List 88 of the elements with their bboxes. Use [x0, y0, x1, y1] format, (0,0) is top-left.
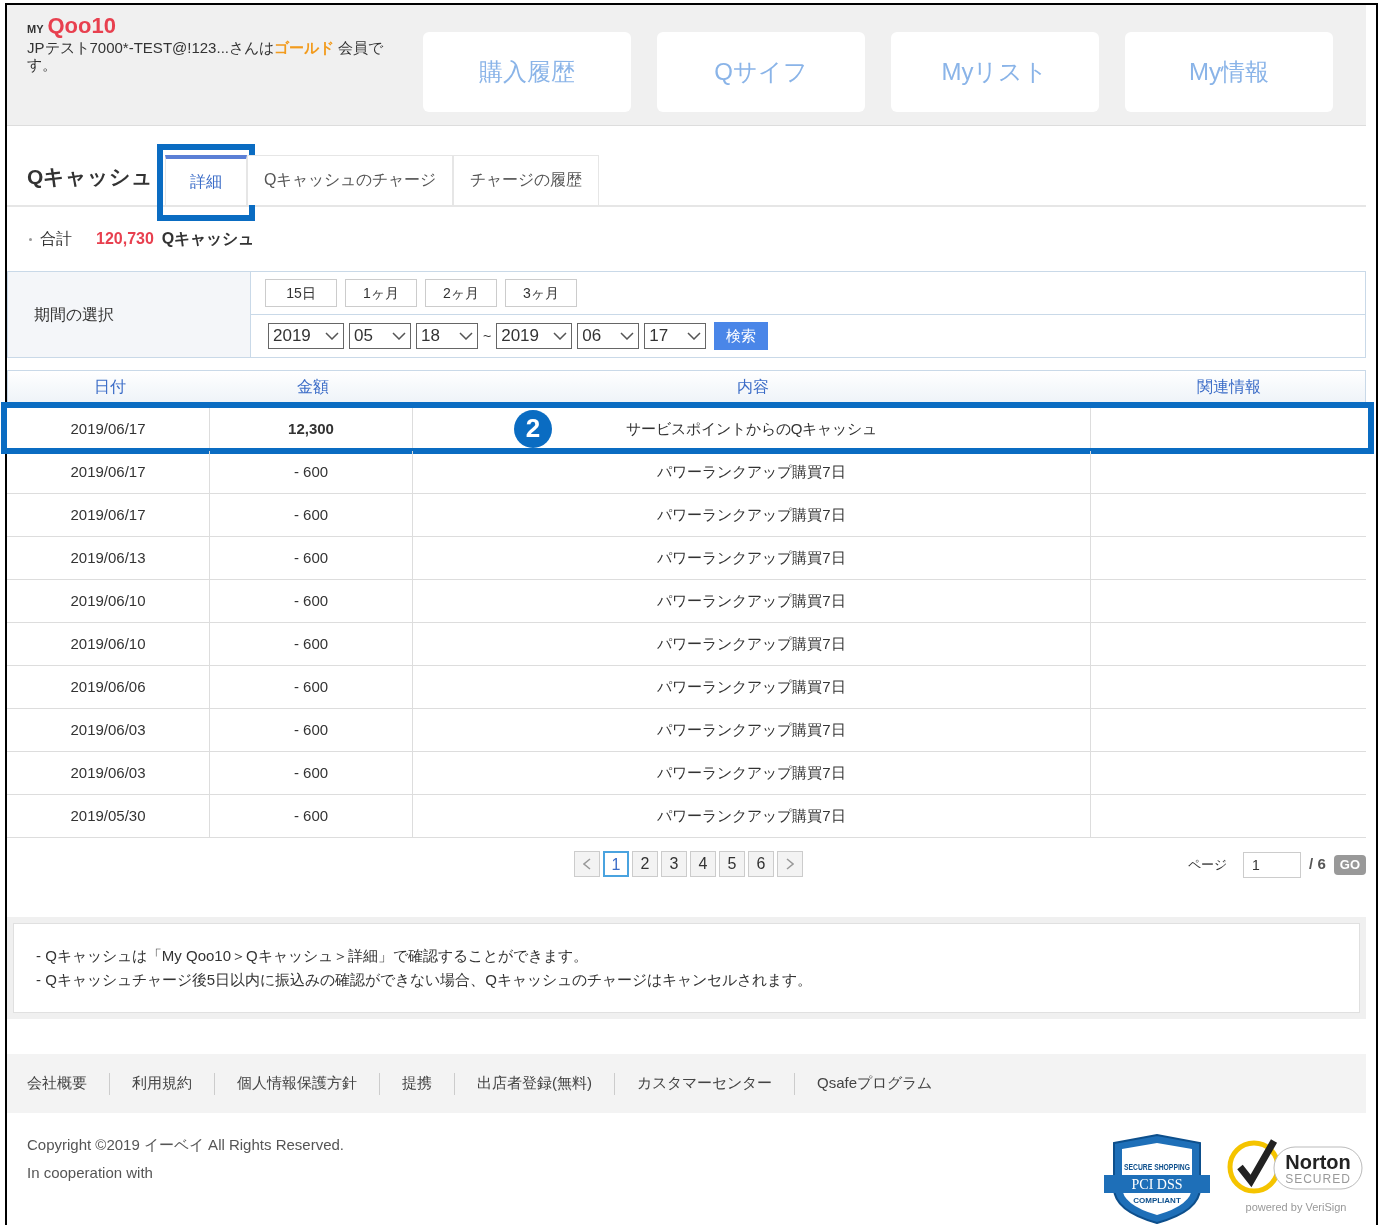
table-cell: 2019/06/17 [7, 493, 210, 536]
table-cell: - 600 [210, 794, 413, 837]
page-button[interactable]: 4 [690, 850, 716, 877]
norton-secured-badge: Norton SECURED powered by VeriSign [1226, 1133, 1366, 1219]
search-button[interactable]: 検索 [714, 322, 769, 351]
table-cell: パワーランクアップ購買7日 [413, 751, 1091, 794]
table-cell: パワーランクアップ購買7日 [413, 665, 1091, 708]
footer-link[interactable]: Qsafeプログラム [817, 1072, 933, 1095]
step-number-badge: 2 [514, 409, 552, 448]
footer-link[interactable]: 個人情報保護方針 [237, 1072, 357, 1095]
table-cell: - 600 [210, 579, 413, 622]
page-button[interactable]: 3 [661, 850, 687, 877]
period-button[interactable]: 3ヶ月 [505, 279, 577, 308]
tab[interactable]: チャージの履歴 [453, 154, 600, 205]
date-select[interactable]: 17 [644, 323, 707, 350]
tab[interactable]: 詳細 [165, 154, 247, 205]
date-select[interactable]: 05 [349, 323, 411, 350]
column-header: 内容 [736, 377, 770, 396]
total-label: 合計 [40, 229, 72, 250]
chevron-down-icon [325, 332, 339, 341]
table-cell: 2019/06/13 [7, 536, 210, 579]
total-unit: Qキャッシュ [161, 229, 255, 250]
note-text: - Qキャッシュチャージ後5日以内に振込みの確認ができない場合、Qキャッシュのチャージはキャンセルされます。 [36, 970, 813, 991]
chevron-down-icon [553, 332, 568, 341]
copyright-text: Copyright ©2019 イーベイ All Rights Reserved. [27, 1135, 344, 1155]
date-select[interactable]: 06 [577, 323, 640, 350]
table-cell: パワーランクアップ購買7日 [413, 579, 1091, 622]
table-cell: パワーランクアップ購買7日 [413, 794, 1091, 837]
table-cell: - 600 [210, 536, 413, 579]
table-cell: - 600 [210, 450, 413, 493]
date-select[interactable]: 2019 [496, 323, 573, 350]
date-select[interactable]: 18 [416, 323, 478, 350]
previous-page-button[interactable] [574, 850, 600, 877]
page-label: ページ [1188, 855, 1228, 874]
page-button[interactable]: 2 [632, 850, 658, 877]
bullet-icon [29, 237, 32, 241]
period-button[interactable]: 1ヶ月 [345, 279, 417, 308]
date-select[interactable]: 2019 [268, 323, 344, 350]
period-button[interactable]: 2ヶ月 [425, 279, 497, 308]
footer-link[interactable]: 会社概要 [27, 1072, 87, 1095]
table-cell: - 600 [210, 751, 413, 794]
period-button[interactable]: 15日 [265, 279, 337, 308]
table-cell: 12,300 [210, 407, 413, 450]
chevron-down-icon [620, 332, 635, 341]
table-cell: パワーランクアップ購買7日 [413, 493, 1091, 536]
page-button[interactable]: 5 [719, 850, 745, 877]
total-amount: 120,730 [96, 229, 154, 250]
table-cell: 2019/06/03 [7, 751, 210, 794]
section-title: Qキャッシュ [27, 164, 155, 191]
page-button[interactable]: 1 [603, 850, 629, 877]
table-cell: 2019/06/10 [7, 579, 210, 622]
table-cell: 2019/05/30 [7, 794, 210, 837]
table-cell: 2019/06/03 [7, 708, 210, 751]
table-cell: - 600 [210, 665, 413, 708]
table-cell: - 600 [210, 493, 413, 536]
member-greeting: JPテスト7000*-TEST@!123...さんはゴールド 会員です。 [27, 39, 385, 73]
table-cell: パワーランクアップ購買7日 [413, 450, 1091, 493]
footer-link[interactable]: 利用規約 [132, 1072, 192, 1095]
column-header: 日付 [92, 377, 127, 396]
cooperation-text: In cooperation with [27, 1163, 154, 1183]
table-cell: 2019/06/17 [7, 450, 210, 493]
table-cell: パワーランクアップ購買7日 [413, 708, 1091, 751]
column-header: 金額 [295, 377, 330, 396]
table-cell: - 600 [210, 622, 413, 665]
chevron-right-icon [786, 857, 794, 870]
table-cell: パワーランクアップ購買7日 [413, 536, 1091, 579]
footer-link[interactable]: 出店者登録(無料) [477, 1072, 592, 1095]
date-separator: ~ [483, 326, 492, 346]
note-text: - Qキャッシュは「My Qoo10＞Qキャッシュ＞詳細」で確認することができます。 [36, 946, 589, 967]
table-cell: 2019/06/17 [7, 407, 210, 450]
tab[interactable]: Qキャッシュのチャージ [247, 154, 454, 205]
footer-link[interactable]: カスタマーセンター [637, 1072, 772, 1095]
qoo10-logo: MY Qoo10 [27, 15, 117, 37]
chevron-left-icon [583, 857, 591, 870]
table-cell: - 600 [210, 708, 413, 751]
next-page-button[interactable] [777, 850, 803, 877]
table-cell: 2019/06/10 [7, 622, 210, 665]
footer-link[interactable]: 提携 [402, 1072, 432, 1095]
chevron-down-icon [392, 332, 406, 341]
page-input[interactable]: 1 [1243, 851, 1302, 878]
column-header: 関連情報 [1195, 377, 1262, 396]
chevron-down-icon [687, 332, 702, 341]
table-cell: 2019/06/06 [7, 665, 210, 708]
chevron-down-icon [459, 332, 473, 341]
table-cell: パワーランクアップ購買7日 [413, 622, 1091, 665]
page-button[interactable]: 6 [748, 850, 774, 877]
page-total: / 6 [1309, 854, 1326, 875]
period-label: 期間の選択 [34, 304, 114, 325]
